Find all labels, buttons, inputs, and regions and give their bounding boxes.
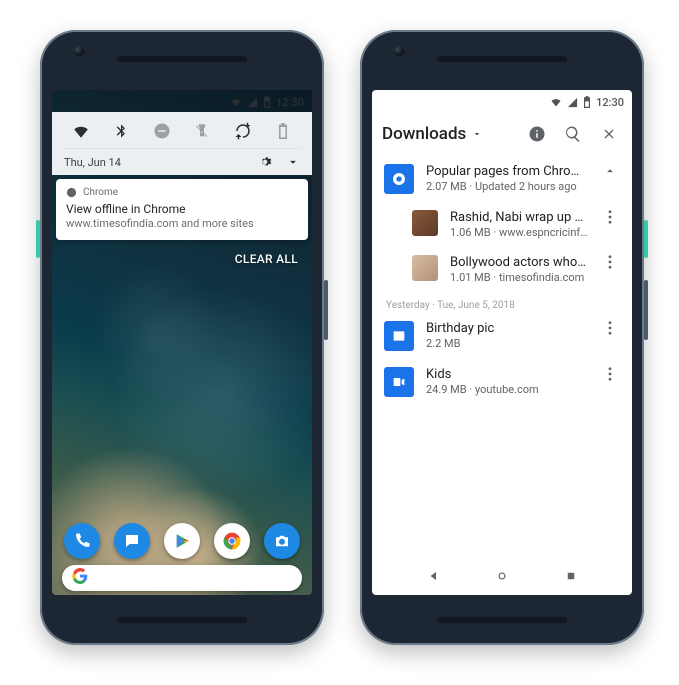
flashlight-toggle-icon[interactable] <box>187 123 217 139</box>
play-store-icon[interactable] <box>164 523 200 559</box>
video-file-icon <box>384 367 414 397</box>
android-nav-bar <box>52 563 312 593</box>
earpiece-speaker <box>437 56 567 62</box>
battery-icon <box>583 96 591 108</box>
wifi-icon <box>230 96 242 108</box>
phone-device-right: 12:30 Downloads <box>360 30 644 645</box>
downloads-title-dropdown[interactable]: Downloads <box>382 124 482 144</box>
phone-device-left: 12:30 <box>40 30 324 645</box>
item-subtitle: 24.9 MB · youtube.com <box>426 383 588 396</box>
nav-home-icon[interactable] <box>175 571 189 585</box>
expand-chevron-down-icon[interactable] <box>286 155 300 169</box>
camera-app-icon[interactable] <box>264 523 300 559</box>
close-icon[interactable] <box>596 126 622 142</box>
clear-all-button[interactable]: CLEAR ALL <box>52 240 312 266</box>
item-overflow-icon[interactable] <box>600 255 620 269</box>
screen-right: 12:30 Downloads <box>372 90 632 595</box>
notification-title: View offline in Chrome <box>66 202 298 216</box>
item-title: Rashid, Nabi wrap up emph… <box>450 210 588 225</box>
item-overflow-icon[interactable] <box>600 367 620 381</box>
image-file-icon <box>384 321 414 351</box>
status-clock: 12:30 <box>276 96 304 109</box>
nav-back-icon[interactable] <box>427 569 441 583</box>
power-button[interactable] <box>644 220 648 258</box>
status-bar: 12:30 <box>372 90 632 112</box>
info-icon[interactable] <box>524 125 550 143</box>
power-button[interactable] <box>36 220 40 258</box>
chrome-icon <box>66 187 77 198</box>
item-overflow-icon[interactable] <box>600 321 620 335</box>
signal-icon <box>567 97 578 108</box>
home-dock <box>52 523 312 559</box>
signal-icon <box>247 97 258 108</box>
bluetooth-toggle-icon[interactable] <box>106 123 136 139</box>
page-thumbnail <box>412 210 438 236</box>
phone-app-icon[interactable] <box>64 523 100 559</box>
group-title: Popular pages from Chrome <box>426 164 588 179</box>
item-subtitle: 1.06 MB · www.espncricinfo.com <box>450 226 588 239</box>
item-overflow-icon[interactable] <box>600 210 620 224</box>
earpiece-speaker <box>117 56 247 62</box>
volume-button[interactable] <box>324 280 328 340</box>
item-title: Bollywood actors who are d… <box>450 255 588 270</box>
volume-button[interactable] <box>644 280 648 340</box>
chrome-app-icon[interactable] <box>214 523 250 559</box>
status-clock: 12:30 <box>596 96 624 109</box>
notification-subtitle: www.timesofindia.com and more sites <box>66 217 298 230</box>
notification-app-label: Chrome <box>83 187 118 198</box>
item-subtitle: 1.01 MB · timesofindia.com <box>450 271 588 284</box>
item-title: Kids <box>426 367 588 382</box>
dropdown-caret-icon <box>472 129 482 139</box>
notification-card[interactable]: Chrome View offline in Chrome www.timeso… <box>56 179 308 240</box>
quick-settings-panel: Thu, Jun 14 <box>52 112 312 175</box>
nav-home-icon[interactable] <box>495 569 509 583</box>
date-divider: Yesterday · Tue, June 5, 2018 <box>378 292 626 313</box>
bottom-speaker <box>117 617 247 623</box>
page-thumbnail <box>412 255 438 281</box>
messages-app-icon[interactable] <box>114 523 150 559</box>
search-icon[interactable] <box>560 125 586 143</box>
front-camera <box>74 46 84 56</box>
download-group-chrome[interactable]: Popular pages from Chrome 2.07 MB · Upda… <box>378 156 626 202</box>
download-item[interactable]: Birthday pic 2.2 MB <box>378 313 626 359</box>
item-subtitle: 2.2 MB <box>426 337 588 350</box>
wifi-toggle-icon[interactable] <box>66 122 96 140</box>
dnd-toggle-icon[interactable] <box>147 122 177 140</box>
status-bar: 12:30 <box>52 90 312 112</box>
battery-icon <box>263 96 271 108</box>
download-item[interactable]: Bollywood actors who are d… 1.01 MB · ti… <box>378 247 626 292</box>
item-title: Birthday pic <box>426 321 588 336</box>
settings-gear-icon[interactable] <box>258 155 272 169</box>
downloads-list: Popular pages from Chrome 2.07 MB · Upda… <box>372 156 632 405</box>
bottom-speaker <box>437 617 567 623</box>
battery-toggle-icon[interactable] <box>268 123 298 139</box>
downloads-header: Downloads <box>372 112 632 156</box>
downloads-title: Downloads <box>382 124 466 144</box>
chrome-tile-icon <box>384 164 414 194</box>
android-nav-bar <box>372 561 632 591</box>
front-camera <box>394 46 404 56</box>
nav-recents-icon[interactable] <box>244 571 258 585</box>
collapse-chevron-up-icon[interactable] <box>600 164 620 178</box>
download-item[interactable]: Rashid, Nabi wrap up emph… 1.06 MB · www… <box>378 202 626 247</box>
group-subtitle: 2.07 MB · Updated 2 hours ago <box>426 180 588 193</box>
download-item[interactable]: Kids 24.9 MB · youtube.com <box>378 359 626 405</box>
wifi-icon <box>550 96 562 108</box>
rotation-toggle-icon[interactable] <box>228 122 258 140</box>
screen-left: 12:30 <box>52 90 312 595</box>
quick-settings-date: Thu, Jun 14 <box>64 156 121 169</box>
nav-back-icon[interactable] <box>107 571 121 585</box>
nav-recents-icon[interactable] <box>564 569 578 583</box>
